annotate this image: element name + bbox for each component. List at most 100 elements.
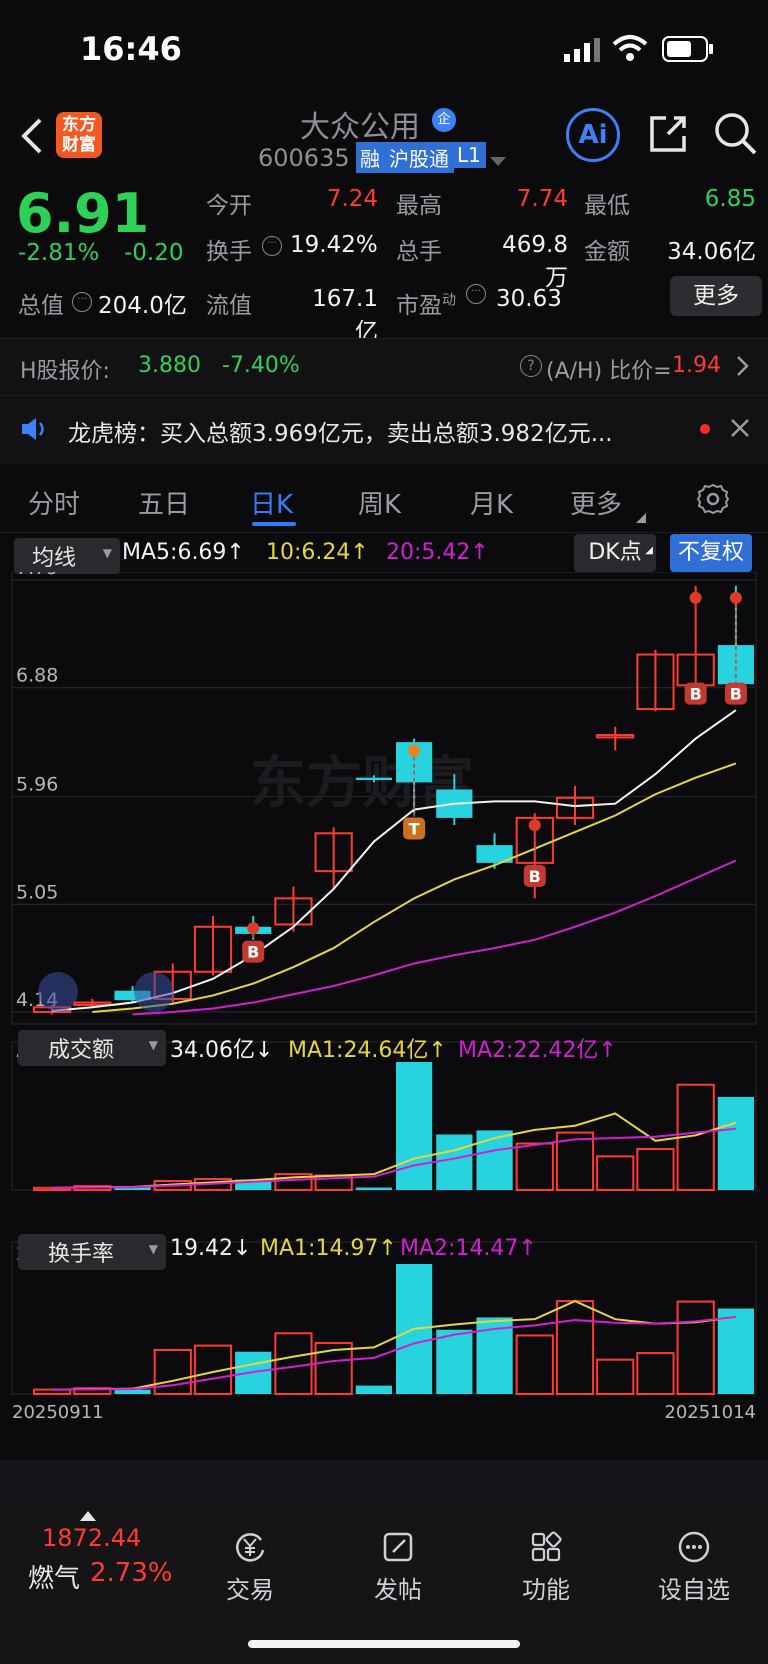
signal-dot xyxy=(247,922,260,935)
turnover-label: 换手 xyxy=(206,239,252,265)
nav-post[interactable]: 发帖 xyxy=(338,1530,458,1605)
change-percent: -2.81% xyxy=(18,240,100,266)
caret-up-icon xyxy=(80,1506,96,1525)
info-dots-icon[interactable]: ··· xyxy=(72,292,92,312)
turnover-current: 19.42↓ xyxy=(170,1236,252,1261)
tab-indicator xyxy=(252,522,296,526)
dropdown-caret-icon: ▼ xyxy=(148,1242,158,1256)
date-start-label: 20250911 xyxy=(12,1402,104,1423)
signal-dot xyxy=(689,591,702,604)
ah-ratio-label: (A/H) 比价= xyxy=(546,359,672,384)
back-icon[interactable] xyxy=(18,116,44,160)
help-icon[interactable]: ? xyxy=(520,355,542,377)
period-tabs: 分时 五日 日K 周K 月K 更多 xyxy=(0,470,768,533)
signal-dot xyxy=(729,591,742,604)
volume-label: 总手 xyxy=(396,239,442,265)
corner-caret-icon xyxy=(636,508,646,527)
signal-label: T xyxy=(409,819,420,838)
turnover-bar xyxy=(636,1352,675,1396)
more-dots-icon xyxy=(678,1531,710,1563)
tab-weekly-k[interactable]: 周K xyxy=(358,484,401,521)
price-tick-label: 7.79 xyxy=(16,572,58,579)
candle-body xyxy=(355,777,392,781)
low-label: 最低 xyxy=(584,193,630,219)
volume-value: 469.8万 xyxy=(502,232,568,291)
nav-functions[interactable]: 功能 xyxy=(486,1530,606,1605)
turnover-ma2: MA2:14.47↑ xyxy=(400,1236,537,1261)
quote-panel: 6.91 -2.81% -0.20 总值 ··· 204.0亿 今开 7.24 … xyxy=(0,180,768,345)
nav-add-watchlist[interactable]: 设自选 xyxy=(634,1530,754,1605)
ma20-legend: 20:5.42↑ xyxy=(386,540,489,565)
amount-ma2: MA2:22.42亿↑ xyxy=(458,1038,617,1063)
mktcap-value: 204.0亿 xyxy=(98,293,187,319)
info-dots-icon[interactable]: ··· xyxy=(262,236,282,256)
chart-nav-icon xyxy=(38,972,78,1012)
open-value: 7.24 xyxy=(326,186,378,212)
stock-code: 600635 xyxy=(258,144,350,172)
hshare-price: 3.880 xyxy=(138,353,201,378)
state-owned-badge-icon: 企 xyxy=(432,108,456,132)
change-amount: -0.20 xyxy=(124,240,184,266)
level1-tag: L1 xyxy=(452,142,486,168)
home-indicator xyxy=(248,1640,520,1648)
search-icon[interactable] xyxy=(712,110,758,160)
hshare-row[interactable]: H股报价: 3.880 -7.40% ? (A/H) 比价= 1.94 xyxy=(0,338,768,396)
price-tick-label: 5.96 xyxy=(16,774,58,796)
index-change: 2.73% xyxy=(90,1558,173,1588)
price-tick-label: 5.05 xyxy=(16,881,58,903)
status-time: 16:46 xyxy=(80,30,182,68)
share-icon[interactable] xyxy=(646,112,690,160)
kline-chart[interactable]: 7.796.885.965.054.14东方财富BTBBB46.82亿29.54… xyxy=(0,572,768,1442)
amount-value: 34.06亿 xyxy=(667,239,756,265)
amount-selector[interactable]: 成交额 ▼ xyxy=(18,1030,166,1066)
tab-monthly-k[interactable]: 月K xyxy=(470,484,513,521)
tab-more[interactable]: 更多 xyxy=(570,484,622,521)
open-label: 今开 xyxy=(206,193,252,219)
nav-trade[interactable]: 交易 xyxy=(190,1530,310,1605)
info-dots-icon[interactable]: ··· xyxy=(466,284,486,304)
amount-bar xyxy=(717,1096,754,1190)
edit-icon xyxy=(383,1532,413,1562)
more-button[interactable]: 更多 xyxy=(670,276,762,316)
signal-label: B xyxy=(529,867,541,886)
tab-intraday[interactable]: 分时 xyxy=(28,484,80,521)
notice-text: 龙虎榜：买入总额3.969亿元，卖出总额3.982亿元... xyxy=(68,421,613,447)
signal-dot xyxy=(408,744,421,757)
hshare-label: H股报价: xyxy=(20,359,110,384)
turnover-bar xyxy=(436,1329,473,1394)
hshare-change: -7.40% xyxy=(222,353,300,378)
amount-bar xyxy=(515,1142,554,1191)
signal-icon xyxy=(562,38,602,66)
pe-label: 市盈动 xyxy=(396,292,456,319)
dk-point-button[interactable]: DK点 ◢ xyxy=(574,534,656,572)
ai-button[interactable]: Ai xyxy=(566,108,620,162)
index-value: 1872.44 xyxy=(42,1524,142,1552)
turnover-bar xyxy=(555,1300,595,1396)
ah-ratio-value: 1.94 xyxy=(672,353,721,378)
margin-tag: 融 xyxy=(356,142,384,173)
tab-five-day[interactable]: 五日 xyxy=(138,484,190,521)
mktcap-label: 总值 xyxy=(18,293,64,319)
unread-dot xyxy=(700,424,710,434)
hk-connect-tag: 沪股通 xyxy=(384,142,454,173)
turnover-bar xyxy=(274,1332,313,1396)
adjust-button[interactable]: 不复权 xyxy=(670,534,752,572)
grid-icon xyxy=(531,1531,562,1562)
caret-down-icon[interactable] xyxy=(490,152,506,171)
low-value: 6.85 xyxy=(704,186,756,212)
index-name[interactable]: 燃气 xyxy=(28,1558,80,1595)
price-tick-label: 6.88 xyxy=(16,665,58,687)
close-icon[interactable] xyxy=(730,418,750,442)
turnover-selector[interactable]: 换手率 ▼ xyxy=(18,1234,166,1270)
turnover-bar xyxy=(355,1385,392,1394)
notice-bar[interactable]: 龙虎榜：买入总额3.969亿元，卖出总额3.982亿元... xyxy=(0,396,768,464)
signal-label: B xyxy=(247,943,259,962)
settings-gear-icon[interactable] xyxy=(696,482,730,520)
turnover-bar xyxy=(114,1389,151,1394)
ma5-legend: MA5:6.69↑ xyxy=(122,540,245,565)
ma-selector[interactable]: 均线 ▼ xyxy=(14,538,120,574)
tab-daily-k[interactable]: 日K xyxy=(250,484,293,521)
high-label: 最高 xyxy=(396,193,442,219)
yen-coin-icon xyxy=(236,1533,265,1562)
signal-label: B xyxy=(690,685,702,704)
